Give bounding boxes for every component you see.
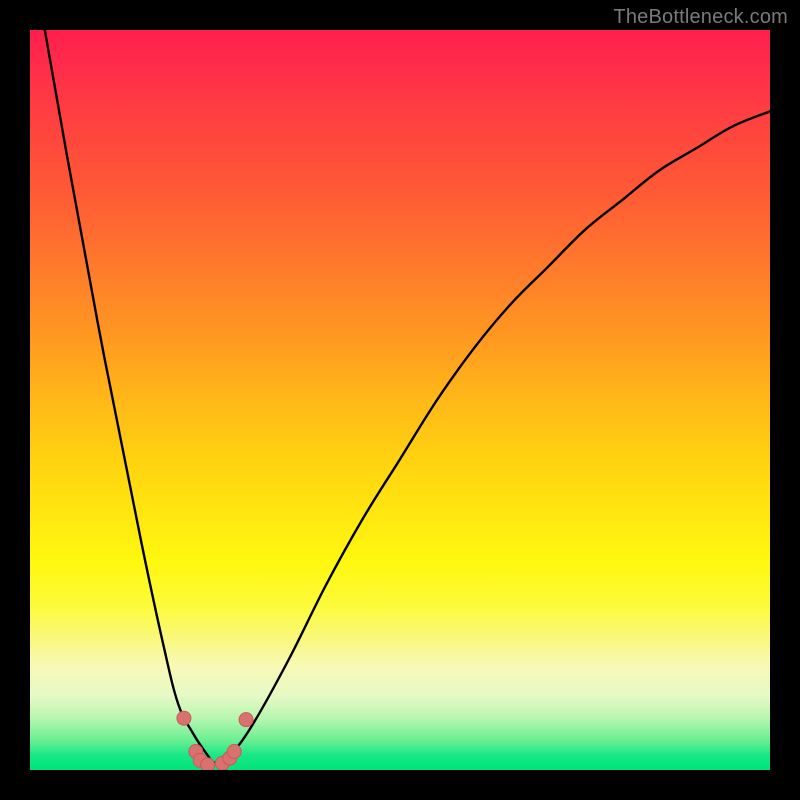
trough-marker xyxy=(239,713,253,727)
plot-area xyxy=(30,30,770,770)
trough-marker xyxy=(227,745,241,759)
trough-marker xyxy=(177,711,191,725)
curve-layer xyxy=(30,30,770,770)
watermark-text: TheBottleneck.com xyxy=(613,6,788,29)
bottleneck-curve xyxy=(45,30,770,763)
trough-marker xyxy=(201,758,215,770)
chart-frame: TheBottleneck.com xyxy=(0,0,800,800)
